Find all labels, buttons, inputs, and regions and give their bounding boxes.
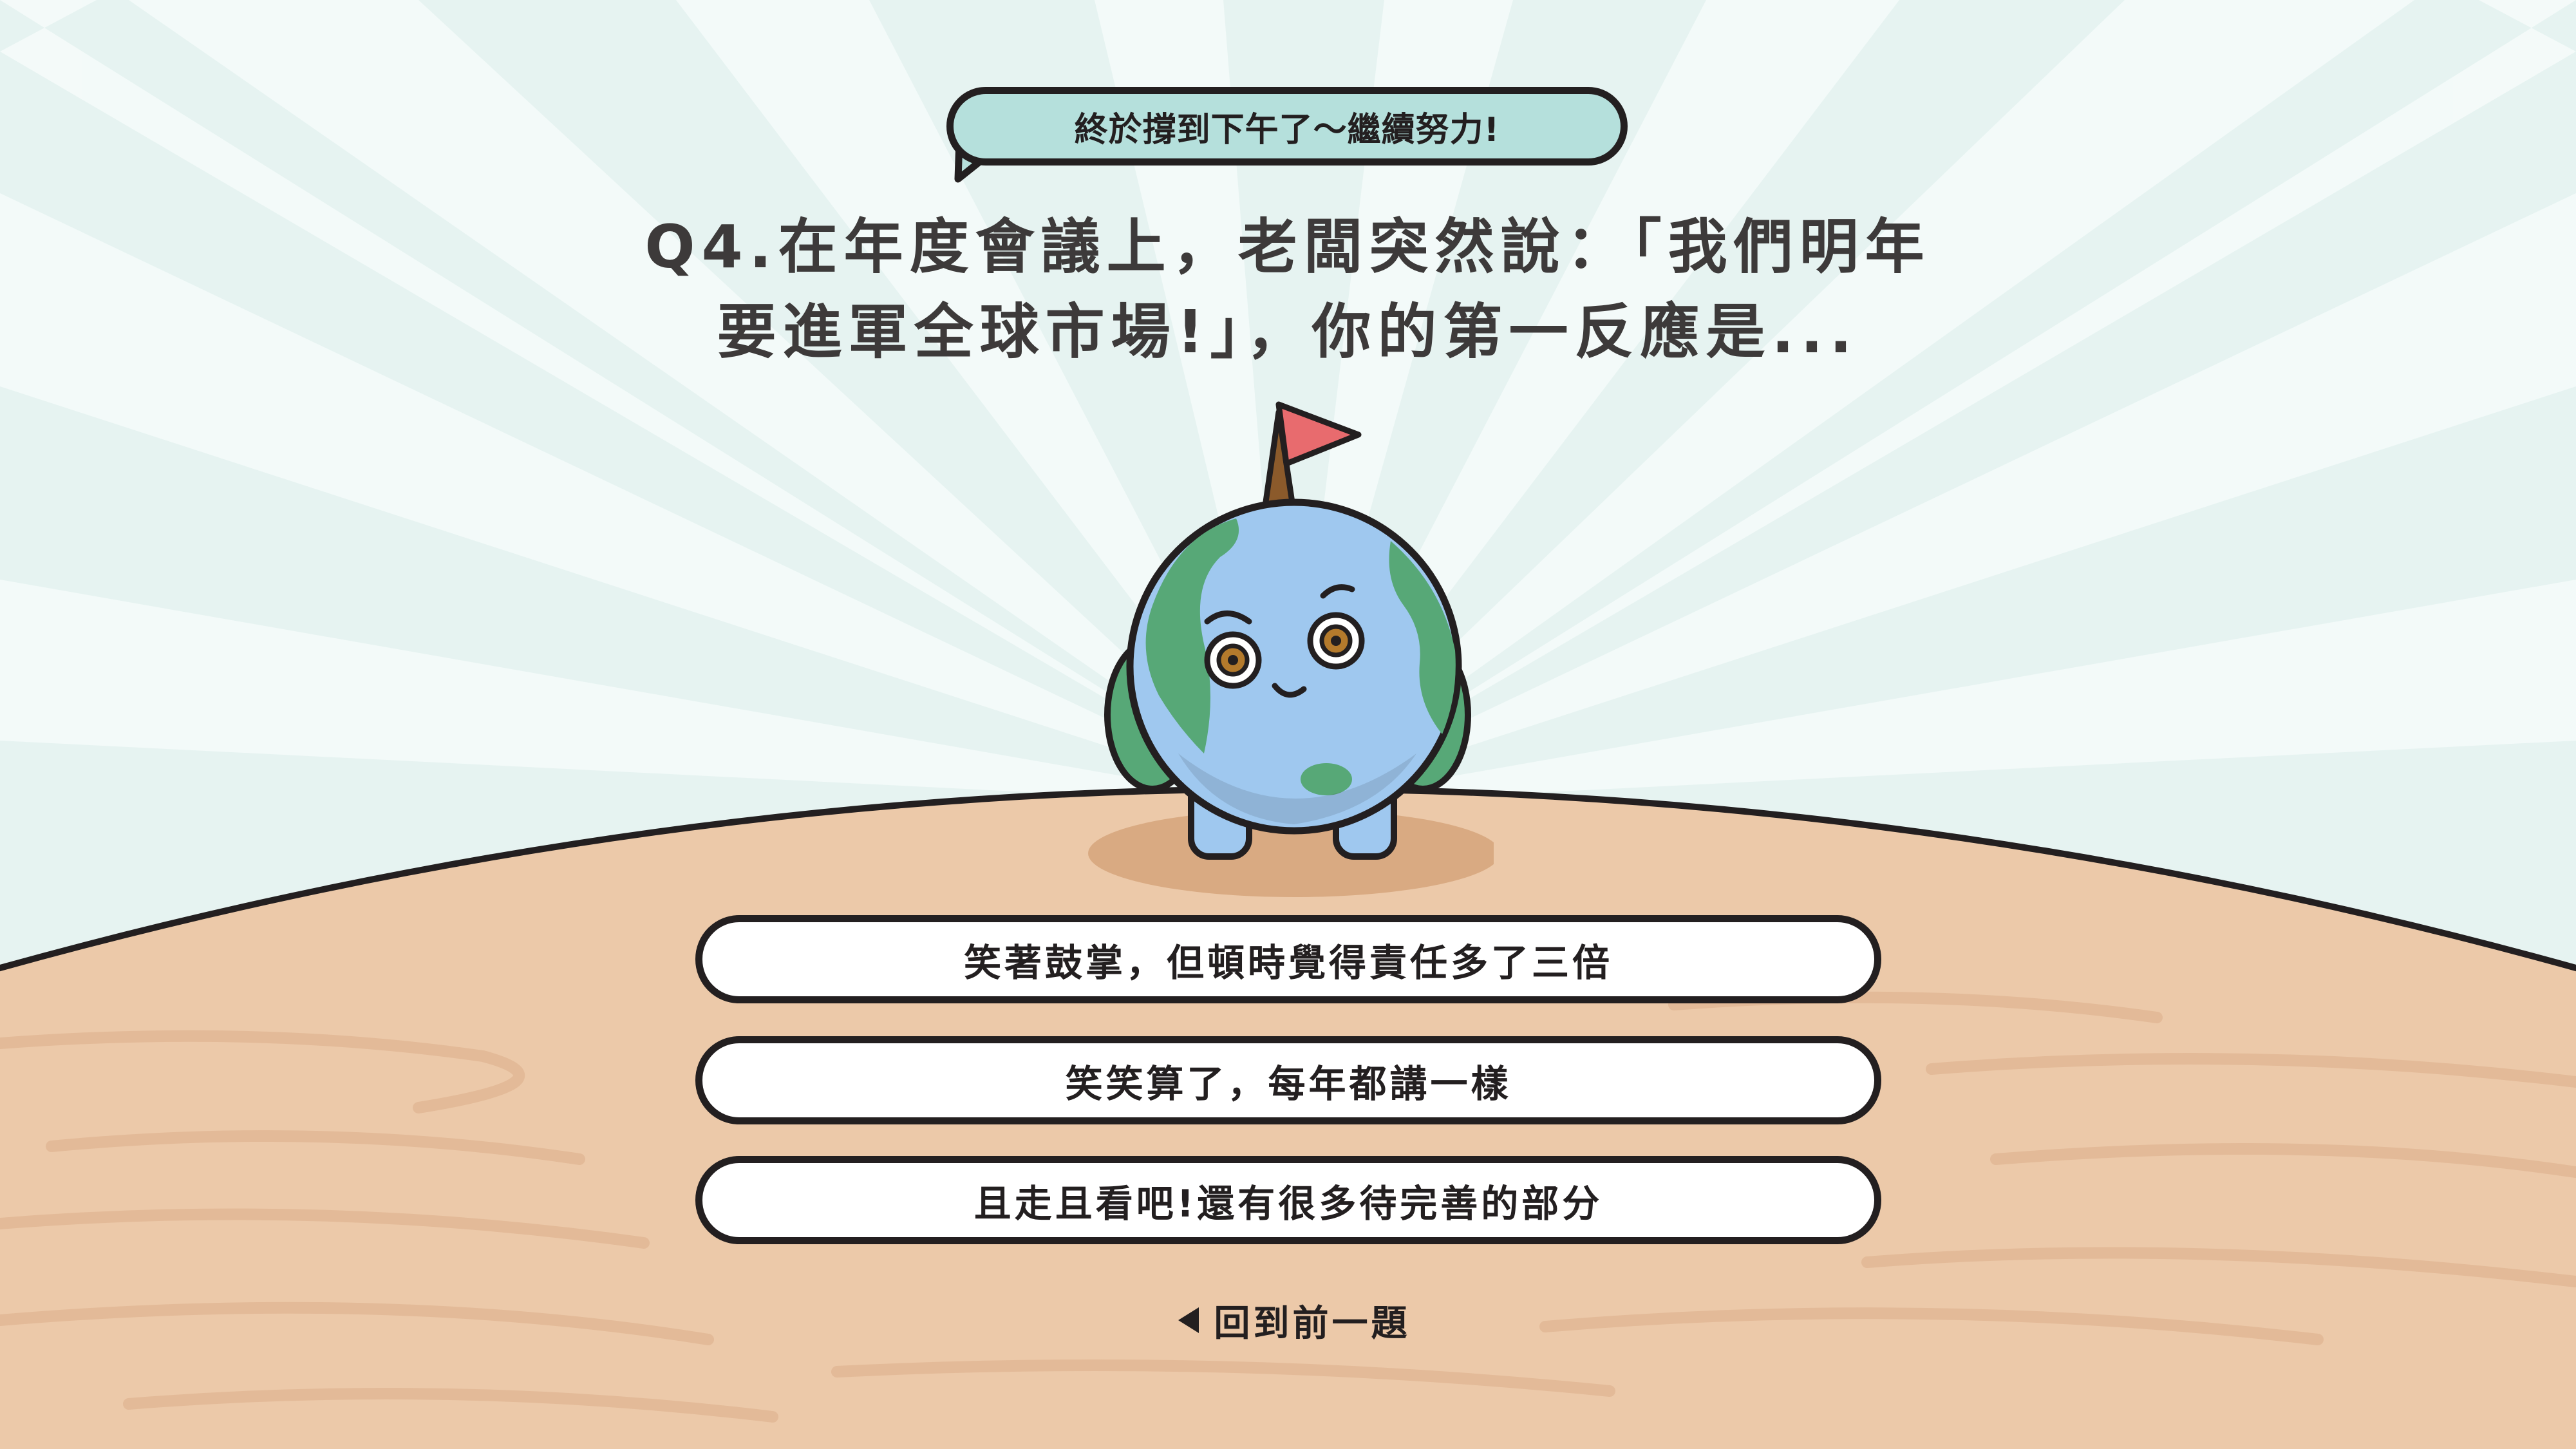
answer-option-3-label: 且走且看吧!還有很多待完善的部分 <box>973 1181 1603 1226</box>
triangle-left-icon <box>1178 1307 1199 1333</box>
back-to-previous-button[interactable]: 回到前一題 <box>1159 1294 1429 1346</box>
continent-small <box>1301 763 1352 795</box>
answer-option-2-label: 笑笑算了，每年都講一樣 <box>1065 1061 1512 1106</box>
globe-mascot <box>1088 401 1494 897</box>
question-line-2: 要進軍全球市場!」，你的第一反應是... <box>717 298 1859 366</box>
back-to-previous-label: 回到前一題 <box>1214 1302 1411 1345</box>
answer-option-1[interactable]: 笑著鼓掌，但頓時覺得責任多了三倍 <box>695 915 1881 1003</box>
flag <box>1275 401 1362 467</box>
question-line-1: Q4.在年度會議上，老闆突然說：「我們明年 <box>644 213 1931 281</box>
answer-option-1-label: 笑著鼓掌，但頓時覺得責任多了三倍 <box>963 940 1613 985</box>
answer-option-2[interactable]: 笑笑算了，每年都講一樣 <box>695 1036 1881 1124</box>
speech-bubble-text: 終於撐到下午了～繼續努力! <box>1074 110 1500 149</box>
answer-option-3[interactable]: 且走且看吧!還有很多待完善的部分 <box>695 1156 1881 1244</box>
speech-bubble: 終於撐到下午了～繼續努力! <box>946 87 1628 166</box>
